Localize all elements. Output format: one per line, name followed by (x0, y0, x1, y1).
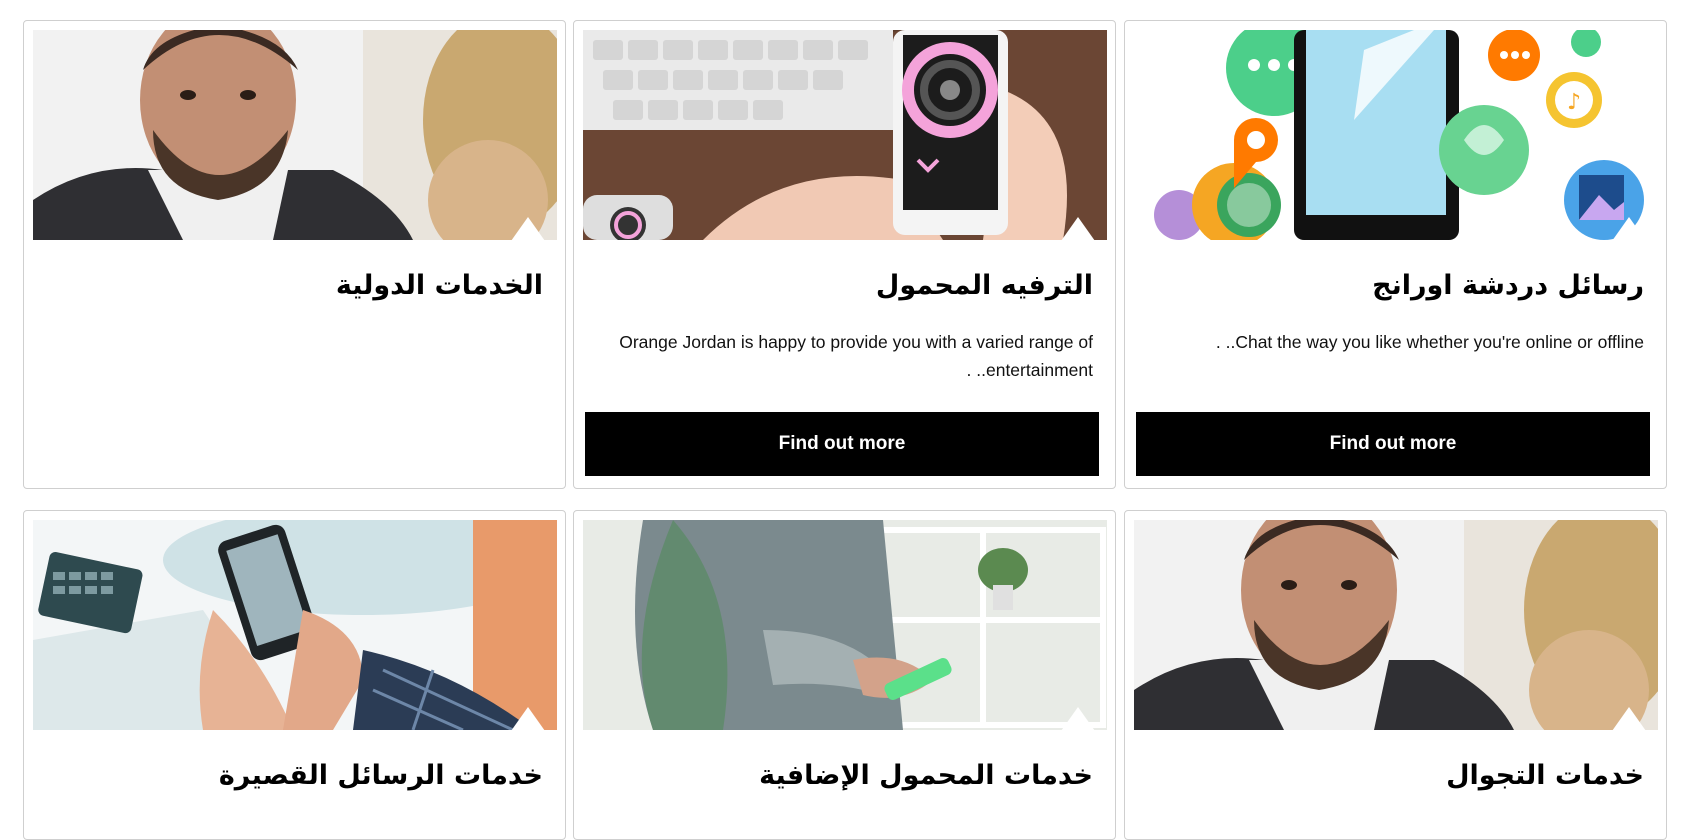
card-title: رسائل دردشة اورانج (1372, 270, 1644, 301)
svg-text:♪: ♪ (1567, 90, 1581, 115)
man-with-phone-photo (583, 520, 1107, 730)
card-pointer (511, 217, 545, 240)
card-title: الخدمات الدولية (335, 270, 543, 301)
hands-typing-phone-photo (33, 520, 557, 730)
card-pointer (511, 707, 545, 730)
card-description: Orange Jordan is happy to provide you wi… (619, 332, 1093, 380)
phone-smartwatch-photo (583, 30, 1107, 240)
card-title: خدمات التجوال (1446, 760, 1644, 791)
card-international-services[interactable]: الخدمات الدولية (23, 20, 566, 489)
card-roaming-services[interactable]: خدمات التجوال (1124, 510, 1667, 840)
card-title: خدمات المحمول الإضافية (759, 760, 1093, 791)
card-title: خدمات الرسائل القصيرة (218, 760, 543, 791)
card-pointer (1612, 217, 1646, 240)
card-image-entertainment (583, 30, 1107, 240)
businessman-photo (33, 30, 557, 240)
card-pointer (1061, 217, 1095, 240)
card-sms-services[interactable]: خدمات الرسائل القصيرة (23, 510, 566, 840)
card-pointer (1061, 707, 1095, 730)
card-orange-chat[interactable]: ♪ رسائل دردشة اورانج Chat the way you li… (1124, 20, 1667, 489)
card-title: الترفيه المحمول (875, 270, 1093, 301)
card-additional-mobile-services[interactable]: خدمات المحمول الإضافية (573, 510, 1116, 840)
card-pointer (1612, 707, 1646, 730)
find-out-more-button[interactable]: Find out more (585, 412, 1099, 476)
find-out-more-button[interactable]: Find out more (1136, 412, 1650, 476)
card-mobile-entertainment[interactable]: الترفيه المحمول Orange Jordan is happy t… (573, 20, 1116, 489)
card-description: Chat the way you like whether you're onl… (1215, 332, 1644, 352)
chat-apps-icon: ♪ (1134, 30, 1658, 240)
businessman-photo (1134, 520, 1658, 730)
card-image-international (33, 30, 557, 240)
card-image-chat-apps: ♪ (1134, 30, 1658, 240)
card-image-sms (33, 520, 557, 730)
card-image-roaming (1134, 520, 1658, 730)
card-image-additional (583, 520, 1107, 730)
